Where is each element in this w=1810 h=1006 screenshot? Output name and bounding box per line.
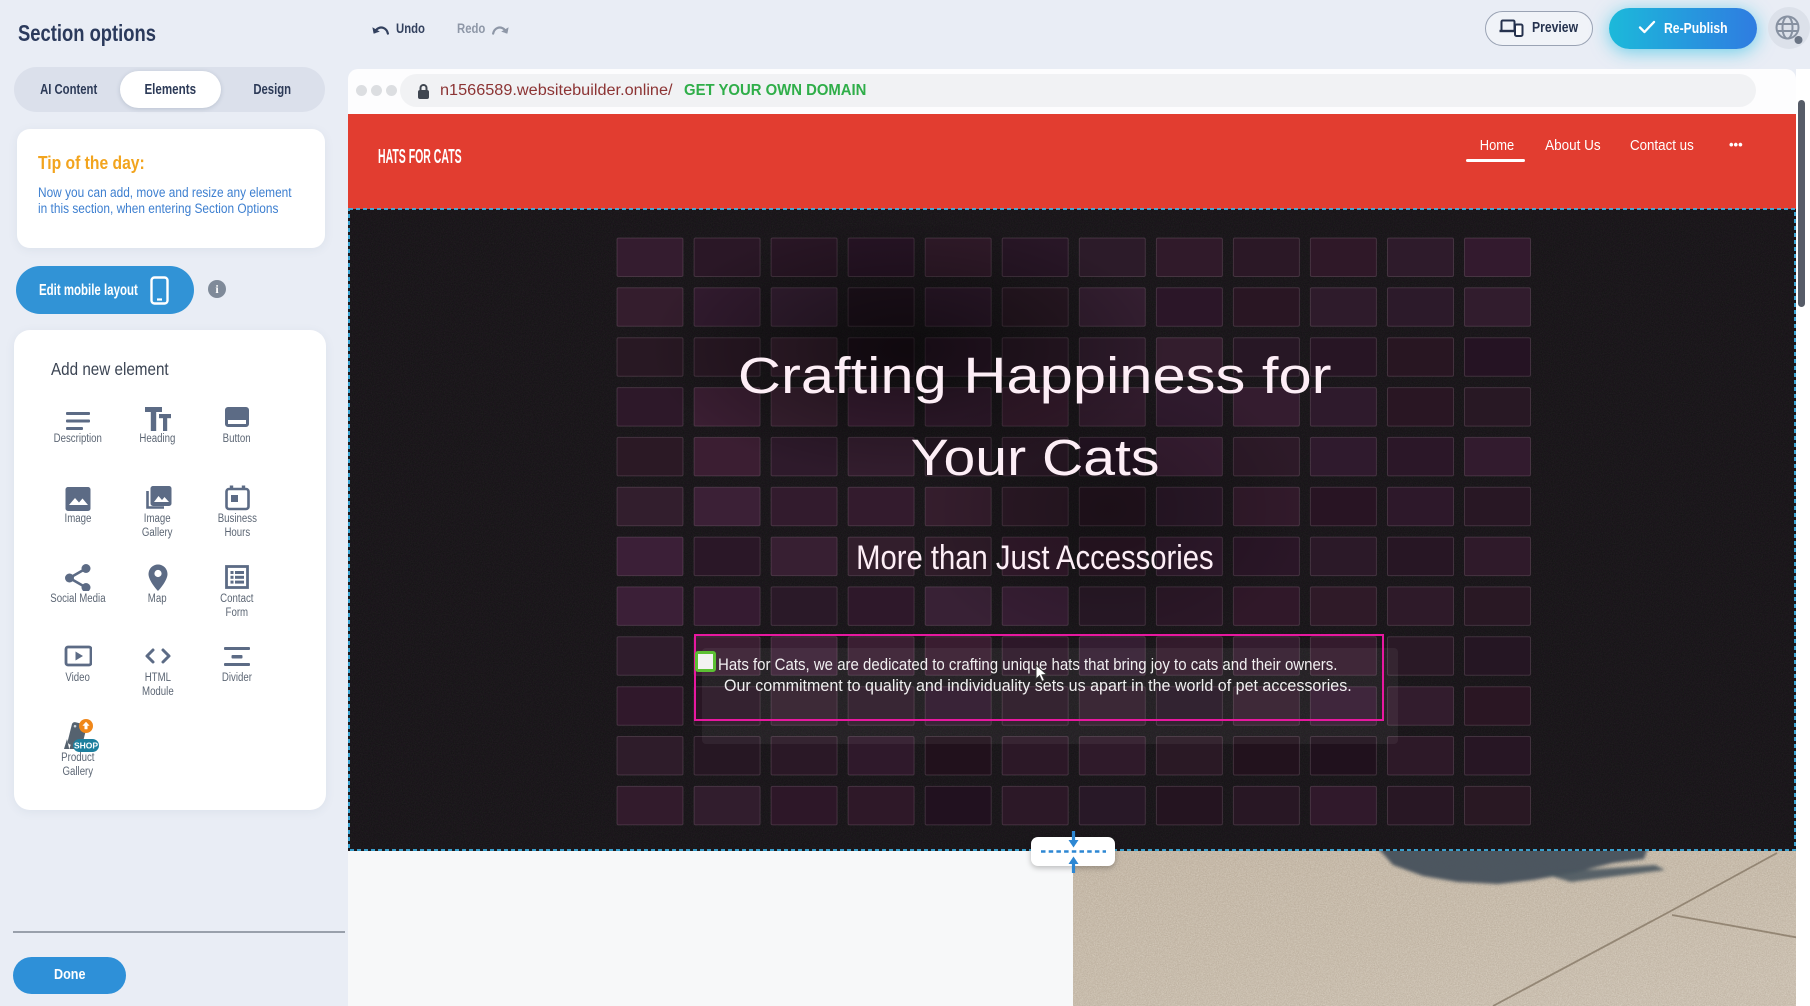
- svg-text:SHOP: SHOP: [74, 741, 98, 751]
